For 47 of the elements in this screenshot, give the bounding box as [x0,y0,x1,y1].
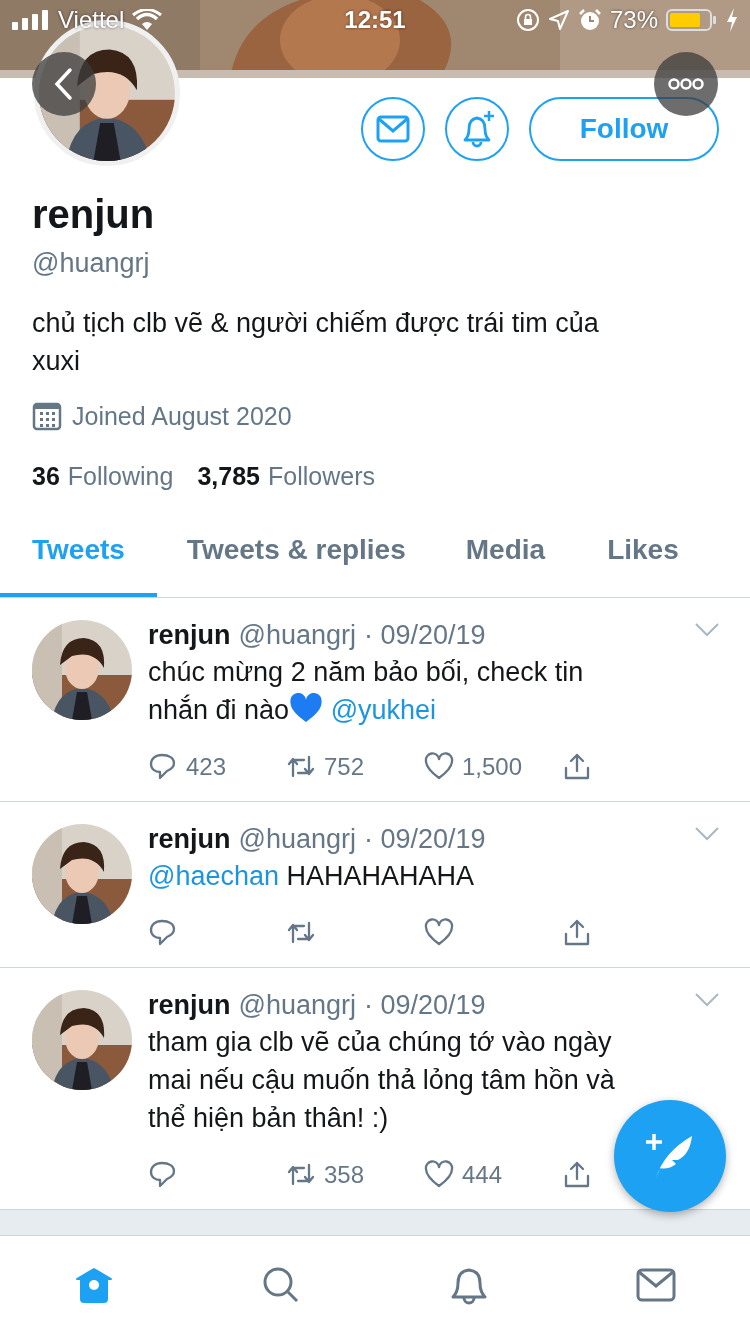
heart-icon[interactable] [424,918,454,948]
envelope-icon [376,115,410,143]
profile-tab[interactable]: Tweets & replies [156,506,436,597]
speech-bubble-icon[interactable] [148,918,178,948]
mention-link[interactable]: @yukhei [330,695,437,725]
profile-bio: chủ tịch clb vẽ & người chiếm được trái tim của xuxi [32,307,600,378]
tweet-handle: @huangrj [238,989,356,1021]
share-icon[interactable] [562,1160,592,1190]
following-label[interactable]: Following [67,461,174,490]
heart-icon[interactable] [424,752,454,782]
share-icon[interactable] [562,752,592,782]
tweet-author: renjun [148,619,231,651]
heart-icon[interactable] [424,1160,454,1190]
following-count: 36 [32,461,60,490]
tweet-author: renjun [148,823,231,855]
follow-button[interactable]: Follow [529,97,719,161]
tweet-date: · 09/20/19 [364,823,486,855]
profile-name: renjun [32,191,156,238]
notify-button[interactable] [445,97,509,161]
reply-count: 423 [186,753,227,781]
profile-handle: @huangrj [32,247,151,280]
tweet-date: · 09/20/19 [364,989,486,1021]
tweet-date: · 09/20/19 [364,619,486,651]
tweet-text: tham gia clb vẽ của chúng tớ vào ngày mai nếu cậu muốn thả lỏng tâm hồn và thể hiện bản thân! :) [148,1026,616,1135]
speech-bubble-icon[interactable] [148,1160,178,1190]
tweet-handle: @huangrj [238,823,356,855]
tweet-handle: @huangrj [238,619,356,651]
like-count: 1,500 [462,753,523,781]
tweet-text: @haechan HAHAHAHAHA [148,860,476,893]
profile-tab[interactable]: Likes [575,506,711,597]
tweet-text: chúc mừng 2 năm bảo bối, check tin nhắn đi nào @yukhei [148,656,585,727]
followers-count: 3,785 [197,461,260,490]
retweet-count: 752 [324,753,365,781]
home-icon[interactable] [73,1265,114,1305]
speech-bubble-icon[interactable] [148,752,178,782]
retweet-count: 358 [324,1161,365,1189]
mention-link[interactable]: @haechan [148,861,279,891]
profile-tab[interactable]: Media [435,506,576,597]
heart-emoji-icon [289,693,324,723]
like-count: 444 [462,1161,503,1189]
tweet-author: renjun [148,989,231,1021]
followers-label[interactable]: Followers [268,461,375,490]
joined-date: Joined August 2020 [72,401,292,431]
message-button[interactable] [361,97,425,161]
more-dots-icon [668,78,704,90]
share-icon[interactable] [562,918,592,948]
calendar-icon [32,401,62,431]
